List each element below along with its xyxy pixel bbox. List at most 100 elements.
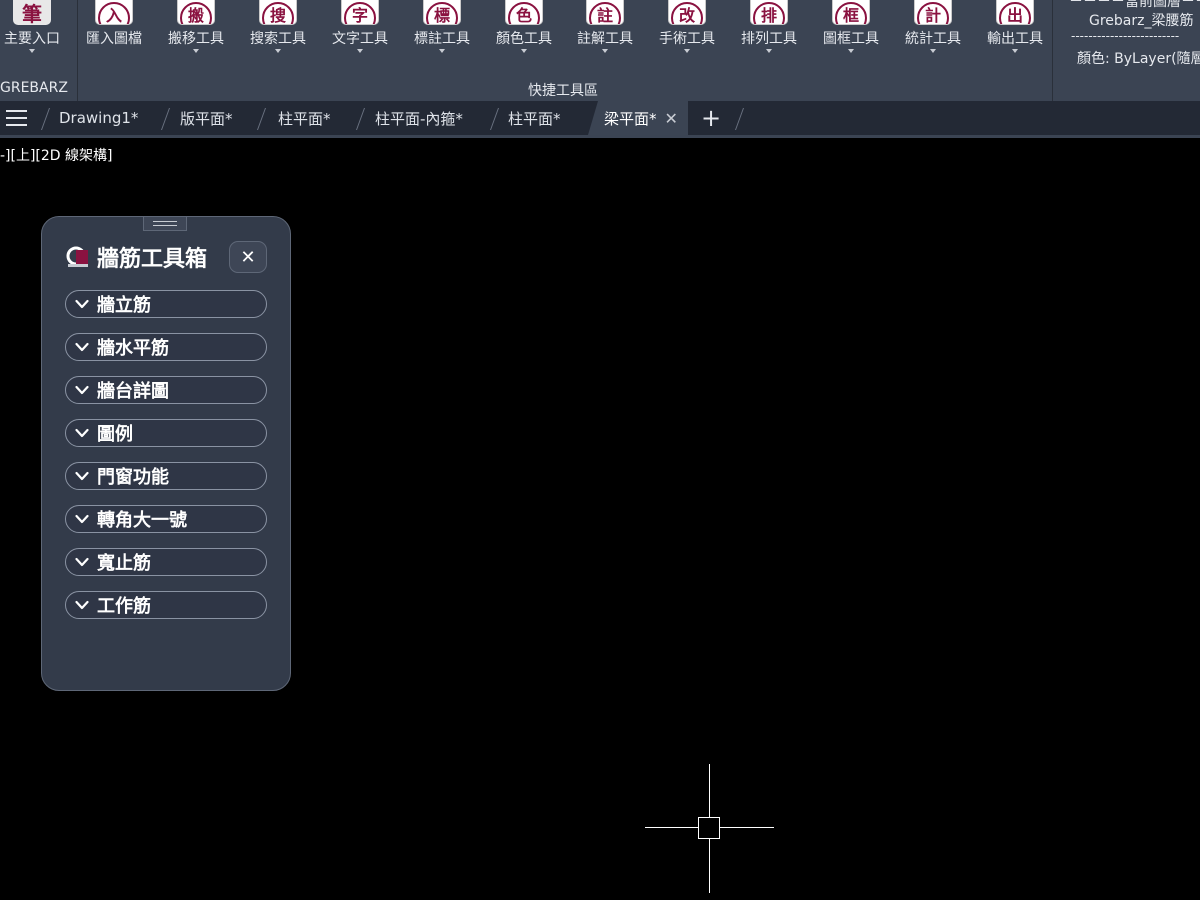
document-tab[interactable]: 柱平面-內箍* <box>375 101 463 135</box>
ribbon-tool-button[interactable]: 註註解工具 <box>567 0 643 62</box>
section-label: 寬止筋 <box>97 553 151 574</box>
section-label: 牆水平筋 <box>97 338 169 359</box>
palette-close-button[interactable]: ✕ <box>229 241 267 273</box>
tool-icon-glyph: 計 <box>917 2 949 24</box>
tab-separator <box>355 108 366 130</box>
tool-label: 標註工具 <box>414 31 470 47</box>
tool-label: 手術工具 <box>659 31 715 47</box>
tool-icon: 出 <box>996 0 1034 25</box>
tab-separator <box>160 108 171 130</box>
ribbon-tool-button[interactable]: 排排列工具 <box>731 0 807 62</box>
tool-label: 排列工具 <box>741 31 797 47</box>
layer-panel-divider: ------------------------- <box>1071 29 1180 43</box>
tool-icon-glyph: 標 <box>426 2 458 24</box>
palette-section-toggle[interactable]: 門窗功能 <box>65 462 267 490</box>
section-label: 圖例 <box>97 424 133 445</box>
palette-section-toggle[interactable]: 牆立筋 <box>65 290 267 318</box>
tool-icon-glyph: 註 <box>589 2 621 24</box>
palette-section-toggle[interactable]: 轉角大一號 <box>65 505 267 533</box>
grebarz-logo-icon <box>66 246 88 267</box>
ribbon-tool-button[interactable]: 框圖框工具 <box>813 0 889 62</box>
ribbon-tool-button[interactable]: 搜搜索工具 <box>240 0 316 62</box>
tab-close-icon[interactable]: ✕ <box>665 109 678 128</box>
ribbon-tool-button[interactable]: 搬搬移工具 <box>158 0 234 62</box>
chevron-down-icon <box>75 600 89 610</box>
palette-section-toggle[interactable]: 工作筋 <box>65 591 267 619</box>
tool-icon: 框 <box>832 0 870 25</box>
document-tab[interactable]: 梁平面* ✕ <box>588 101 688 135</box>
tool-label: 註解工具 <box>577 31 633 47</box>
viewport-controls-label[interactable]: -][上][2D 線架構] <box>0 145 113 165</box>
chevron-down-icon[interactable] <box>602 49 608 53</box>
group-label-quick-tools: 快捷工具區 <box>528 83 598 99</box>
tool-label: 圖框工具 <box>823 31 879 47</box>
chevron-down-icon <box>75 428 89 438</box>
palette-section-toggle[interactable]: 牆台詳圖 <box>65 376 267 404</box>
chevron-down-icon[interactable] <box>766 49 772 53</box>
chevron-down-icon <box>75 471 89 481</box>
chevron-down-icon <box>75 299 89 309</box>
ribbon-tool-button[interactable]: 入匯入圖檔 <box>76 0 152 62</box>
tool-icon: 標 <box>423 0 461 25</box>
ribbon-tool-button[interactable]: 色顏色工具 <box>486 0 562 62</box>
ribbon-tool-button[interactable]: 改手術工具 <box>649 0 725 62</box>
palette-drag-handle[interactable] <box>143 216 187 231</box>
ribbon-tool-button[interactable]: 出輸出工具 <box>977 0 1053 62</box>
document-tab-bar: Drawing1* 版平面* 柱平面* 柱平面-內箍* 柱平面* 梁平面* ✕ + <box>0 101 1200 138</box>
chevron-down-icon <box>75 557 89 567</box>
tool-label: 統計工具 <box>905 31 961 47</box>
cad-application: 筆 主要入口 GREBARZ 入匯入圖檔搬搬移工具搜搜索工具字文字工具標標註工具… <box>0 0 1200 900</box>
tool-label: 顏色工具 <box>496 31 552 47</box>
tool-icon-glyph: 搬 <box>180 2 212 24</box>
hamburger-menu-icon[interactable] <box>6 110 27 126</box>
tool-icon: 改 <box>668 0 706 25</box>
tool-icon-glyph: 框 <box>835 2 867 24</box>
chevron-down-icon[interactable] <box>193 49 199 53</box>
main-entry-label: 主要入口 <box>4 31 60 47</box>
ribbon-tool-button[interactable]: 標標註工具 <box>404 0 480 62</box>
palette-section-toggle[interactable]: 圖例 <box>65 419 267 447</box>
document-tab[interactable]: 版平面* <box>180 101 233 135</box>
tab-label: 梁平面* <box>604 109 657 128</box>
document-tab[interactable]: 柱平面* <box>508 101 561 135</box>
tool-label: 匯入圖檔 <box>86 31 142 47</box>
ribbon: 筆 主要入口 GREBARZ 入匯入圖檔搬搬移工具搜搜索工具字文字工具標標註工具… <box>0 0 1200 101</box>
tab-separator <box>40 108 51 130</box>
grebarz-logo-icon: 筆 <box>13 0 51 25</box>
palette-section-toggle[interactable]: 牆水平筋 <box>65 333 267 361</box>
tool-icon-glyph: 入 <box>98 2 130 24</box>
new-tab-plus-icon[interactable]: + <box>701 105 721 131</box>
chevron-down-icon[interactable] <box>275 49 281 53</box>
chevron-down-icon <box>29 49 35 53</box>
chevron-down-icon[interactable] <box>1012 49 1018 53</box>
ribbon-tool-button[interactable]: 字文字工具 <box>322 0 398 62</box>
tool-icon-glyph: 字 <box>344 2 376 24</box>
section-label: 轉角大一號 <box>97 510 187 531</box>
document-tab[interactable]: 柱平面* <box>278 101 331 135</box>
chevron-down-icon[interactable] <box>521 49 527 53</box>
chevron-down-icon <box>75 385 89 395</box>
logo-glyph: 筆 <box>22 2 42 25</box>
section-label: 門窗功能 <box>97 467 169 488</box>
chevron-down-icon[interactable] <box>684 49 690 53</box>
group-label-grebarz: GREBARZ <box>0 80 68 96</box>
wall-rebar-toolbox-palette: 牆筋工具箱 ✕ 牆立筋牆水平筋牆台詳圖圖例門窗功能轉角大一號寬止筋工作筋 <box>41 216 291 691</box>
tool-icon: 入 <box>95 0 133 25</box>
section-label: 牆立筋 <box>97 295 151 316</box>
tab-label: Drawing1* <box>59 109 139 127</box>
chevron-down-icon[interactable] <box>439 49 445 53</box>
close-icon: ✕ <box>240 246 256 268</box>
palette-section-toggle[interactable]: 寬止筋 <box>65 548 267 576</box>
palette-title: 牆筋工具箱 <box>97 247 208 272</box>
tool-icon: 色 <box>505 0 543 25</box>
tab-separator <box>489 108 500 130</box>
chevron-down-icon[interactable] <box>930 49 936 53</box>
ribbon-tool-button[interactable]: 計統計工具 <box>895 0 971 62</box>
chevron-down-icon[interactable] <box>357 49 363 53</box>
tool-icon-glyph: 排 <box>753 2 785 24</box>
main-entry-button[interactable]: 筆 主要入口 <box>0 0 64 62</box>
document-tab[interactable]: Drawing1* <box>59 101 138 135</box>
current-layer-color[interactable]: 顏色: ByLayer(隨層 <box>1077 48 1200 68</box>
current-layer-name[interactable]: Grebarz_梁腰筋 <box>1089 10 1193 30</box>
chevron-down-icon[interactable] <box>848 49 854 53</box>
